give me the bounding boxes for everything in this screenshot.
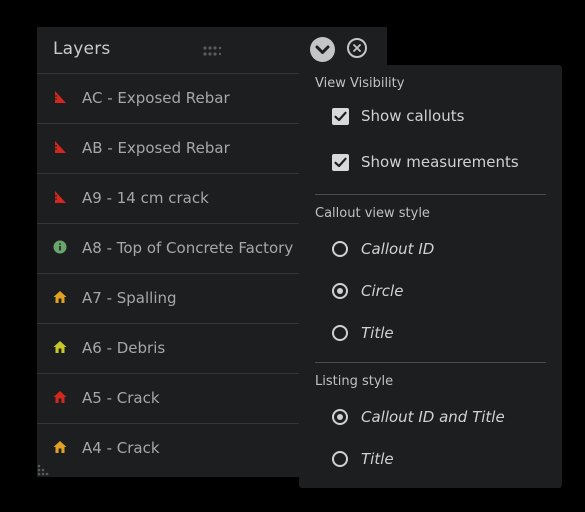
layers-title: Layers bbox=[53, 39, 111, 59]
measurement-triangle-icon bbox=[55, 91, 66, 103]
layer-item-label: A5 - Crack bbox=[82, 389, 160, 407]
house-callout-icon bbox=[53, 291, 67, 303]
house-callout-icon bbox=[53, 341, 67, 353]
house-callout-icon bbox=[53, 391, 67, 403]
layer-item-label: A9 - 14 cm crack bbox=[82, 189, 209, 207]
info-circle-icon bbox=[53, 240, 67, 254]
section-title-callout-view-style: Callout view style bbox=[315, 206, 430, 221]
layer-item-label: A4 - Crack bbox=[82, 439, 160, 457]
layer-item-label: AB - Exposed Rebar bbox=[82, 139, 230, 157]
divider bbox=[315, 194, 546, 195]
chevron-down-icon bbox=[315, 45, 330, 54]
divider bbox=[315, 362, 546, 363]
measurement-triangle-icon bbox=[55, 191, 66, 203]
layer-item-label: AC - Exposed Rebar bbox=[82, 89, 230, 107]
section-title-listing-style: Listing style bbox=[315, 374, 394, 389]
layer-item-label: A7 - Spalling bbox=[82, 289, 177, 307]
radio-unselected[interactable] bbox=[332, 241, 348, 257]
layer-item-label: A6 - Debris bbox=[82, 339, 166, 357]
measurement-triangle-icon bbox=[55, 141, 66, 153]
radio-unselected[interactable] bbox=[332, 325, 348, 341]
checkbox-checked[interactable] bbox=[332, 108, 349, 125]
option-label: Callout ID and Title bbox=[361, 408, 505, 426]
view-options-menu: View Visibility Show callouts Show measu… bbox=[299, 65, 562, 488]
resize-handle-icon[interactable] bbox=[37, 464, 53, 476]
radio-dot bbox=[337, 288, 343, 294]
radio-unselected[interactable] bbox=[332, 451, 348, 467]
radio-selected[interactable] bbox=[332, 409, 348, 425]
collapse-button[interactable] bbox=[310, 37, 335, 62]
close-button[interactable] bbox=[347, 38, 367, 58]
option-label: Show callouts bbox=[361, 107, 465, 125]
option-label: Callout ID bbox=[361, 240, 435, 258]
option-label: Show measurements bbox=[361, 153, 519, 171]
option-label: Circle bbox=[361, 282, 404, 300]
checkmark-icon bbox=[334, 111, 347, 122]
checkmark-icon bbox=[334, 157, 347, 168]
drag-handle-icon[interactable] bbox=[203, 46, 221, 56]
close-icon bbox=[353, 44, 361, 52]
radio-dot bbox=[337, 414, 343, 420]
house-callout-icon bbox=[53, 441, 67, 453]
option-label: Title bbox=[361, 324, 394, 342]
option-label: Title bbox=[361, 450, 394, 468]
section-title-view-visibility: View Visibility bbox=[315, 76, 405, 91]
checkbox-checked[interactable] bbox=[332, 154, 349, 171]
layer-item-label: A8 - Top of Concrete Factory bbox=[82, 239, 294, 257]
radio-selected[interactable] bbox=[332, 283, 348, 299]
